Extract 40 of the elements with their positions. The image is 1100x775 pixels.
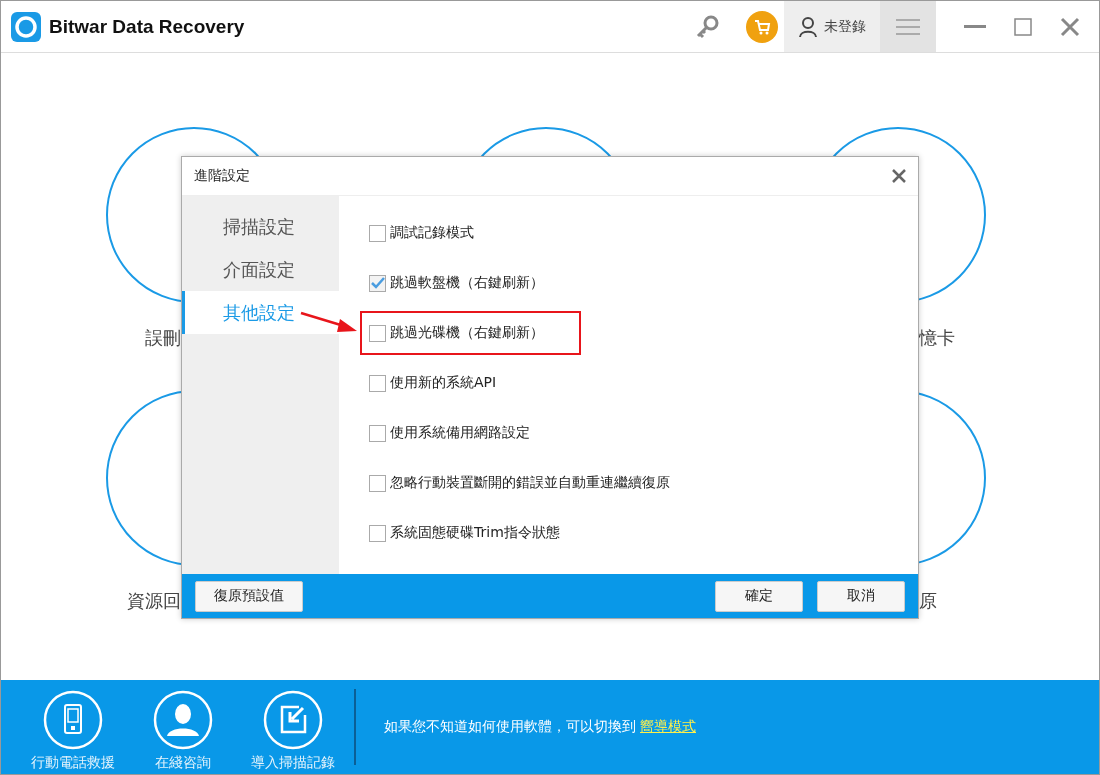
checkbox[interactable] (369, 274, 386, 292)
checkbox[interactable] (369, 374, 386, 392)
import-icon[interactable] (263, 690, 323, 750)
option-label: 使用系統備用網路設定 (390, 424, 530, 442)
checkbox[interactable] (369, 474, 386, 492)
checkbox[interactable] (369, 524, 386, 542)
menu-icon (896, 17, 920, 36)
phone-icon[interactable] (43, 690, 103, 750)
reset-defaults-button[interactable]: 復原預設值 (195, 580, 303, 612)
app-title: Bitwar Data Recovery (49, 15, 245, 38)
app-logo-icon (11, 11, 41, 42)
checkbox[interactable] (369, 324, 386, 342)
mode-label: 資源回 (127, 589, 181, 613)
option-label: 跳過軟盤機（右鍵刷新） (390, 274, 544, 292)
ok-button[interactable]: 確定 (715, 580, 803, 612)
option-label: 系統固態硬碟Trim指令狀態 (390, 524, 560, 542)
close-icon[interactable] (892, 169, 906, 183)
settings-tab[interactable]: 掃描設定 (182, 205, 339, 248)
minimize-icon[interactable] (964, 24, 986, 29)
option-label: 跳過光碟機（右鍵刷新） (390, 324, 544, 342)
login-button[interactable]: 未登錄 (784, 1, 880, 52)
checkbox[interactable] (369, 224, 386, 242)
option-label: 忽略行動裝置斷開的錯誤並自動重連繼續復原 (390, 474, 670, 492)
checkbox[interactable] (369, 424, 386, 442)
cart-icon[interactable] (746, 10, 778, 43)
person-icon[interactable] (153, 690, 213, 750)
hint-text: 如果您不知道如何使用軟體，可以切換到 (384, 718, 636, 736)
user-icon (798, 15, 818, 38)
close-icon[interactable] (1060, 16, 1080, 37)
option-label: 調試記錄模式 (390, 224, 474, 242)
key-icon[interactable] (694, 13, 720, 40)
option-label: 使用新的系統API (390, 374, 497, 392)
maximize-icon[interactable] (1014, 17, 1032, 36)
settings-tab[interactable]: 介面設定 (182, 248, 339, 291)
mode-label: 誤刪 (145, 326, 181, 350)
menu-button[interactable] (880, 1, 936, 52)
dialog-title: 進階設定 (194, 167, 250, 185)
mode-label: 憶卡 (919, 326, 955, 350)
mode-label: 原 (919, 589, 937, 613)
cancel-button[interactable]: 取消 (817, 580, 905, 612)
